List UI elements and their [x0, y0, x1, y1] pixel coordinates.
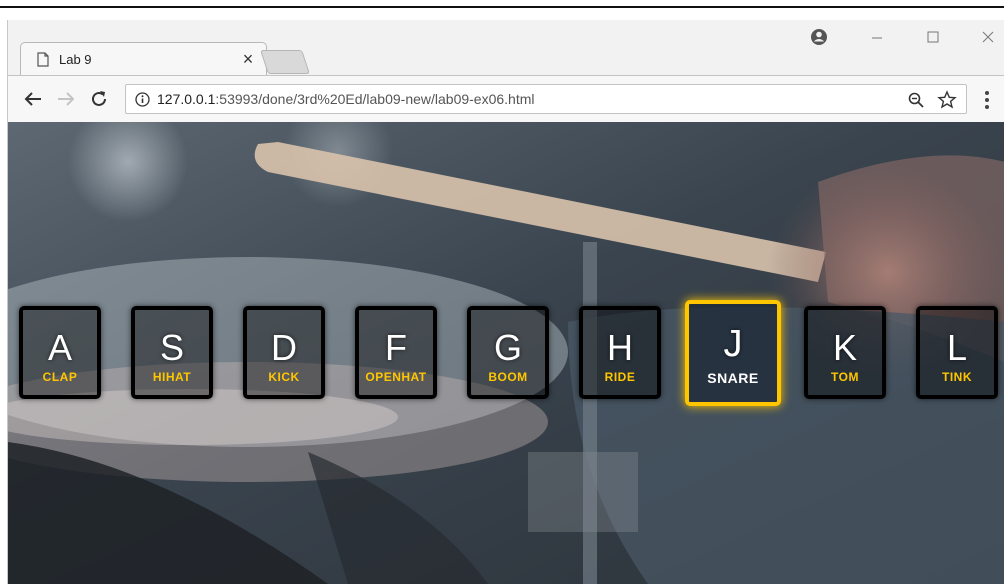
key-sound: BOOM	[488, 370, 528, 384]
key-sound: CLAP	[42, 370, 78, 384]
url-path: :53993/done/3rd%20Ed/lab09-new/lab09-ex0…	[215, 91, 535, 107]
key-letter: H	[607, 327, 633, 368]
address-bar[interactable]: 127.0.0.1:53993/done/3rd%20Ed/lab09-new/…	[125, 84, 967, 114]
reload-icon[interactable]	[87, 87, 111, 111]
tab-strip: Lab 9 ×	[8, 20, 1004, 76]
key-sound: TINK	[942, 370, 972, 384]
more-menu-icon[interactable]	[984, 90, 990, 110]
drum-key-l[interactable]: L TINK	[916, 306, 998, 399]
drum-key-a[interactable]: A CLAP	[19, 306, 101, 399]
url-host: 127.0.0.1	[157, 91, 216, 107]
drum-key-s[interactable]: S HIHAT	[131, 306, 213, 399]
star-icon[interactable]	[937, 90, 957, 110]
key-letter: J	[723, 323, 743, 365]
key-sound: SNARE	[707, 370, 759, 386]
key-letter: D	[271, 327, 297, 368]
drum-key-k[interactable]: K TOM	[804, 306, 886, 399]
key-sound: HIHAT	[152, 370, 192, 384]
key-letter: A	[47, 327, 72, 368]
drum-key-g[interactable]: G BOOM	[467, 306, 549, 399]
info-icon[interactable]	[135, 92, 150, 107]
key-letter: G	[493, 327, 522, 368]
page-icon	[37, 52, 49, 67]
key-sound: OPENHAT	[365, 370, 427, 384]
zoom-icon[interactable]	[907, 91, 925, 109]
drum-keys: A CLAP S HIHAT D KICK F OPENHAT G BOOM H…	[19, 300, 1004, 406]
key-sound: TOM	[831, 370, 859, 384]
minimize-icon[interactable]	[863, 26, 891, 48]
browser-window: Lab 9 × 127.0.0.1:53993/done/3rd%20Ed/la…	[7, 20, 1004, 584]
browser-toolbar: 127.0.0.1:53993/done/3rd%20Ed/lab09-new/…	[8, 75, 1004, 122]
page-viewport: A CLAP S HIHAT D KICK F OPENHAT G BOOM H…	[8, 122, 1004, 584]
tab-title: Lab 9	[59, 52, 92, 67]
key-letter: L	[946, 327, 968, 368]
drum-key-d[interactable]: D KICK	[243, 306, 325, 399]
back-arrow-icon[interactable]	[21, 87, 45, 111]
key-letter: S	[159, 327, 184, 368]
browser-tab[interactable]: Lab 9 ×	[20, 42, 267, 76]
key-letter: K	[832, 327, 857, 368]
maximize-icon[interactable]	[919, 26, 947, 48]
drum-key-f[interactable]: F OPENHAT	[355, 306, 437, 399]
url-text: 127.0.0.1:53993/done/3rd%20Ed/lab09-new/…	[157, 91, 535, 107]
drum-key-h[interactable]: H RIDE	[579, 306, 661, 399]
tab-close-icon[interactable]: ×	[237, 48, 259, 70]
key-sound: RIDE	[604, 370, 636, 384]
key-letter: F	[385, 327, 407, 368]
drum-key-j[interactable]: J SNARE	[685, 300, 781, 406]
forward-arrow-icon[interactable]	[54, 87, 78, 111]
top-border-line	[0, 6, 1004, 8]
key-sound: KICK	[268, 370, 300, 384]
account-icon[interactable]	[805, 26, 833, 48]
new-tab-button[interactable]	[260, 50, 310, 74]
close-icon[interactable]	[974, 26, 1002, 48]
